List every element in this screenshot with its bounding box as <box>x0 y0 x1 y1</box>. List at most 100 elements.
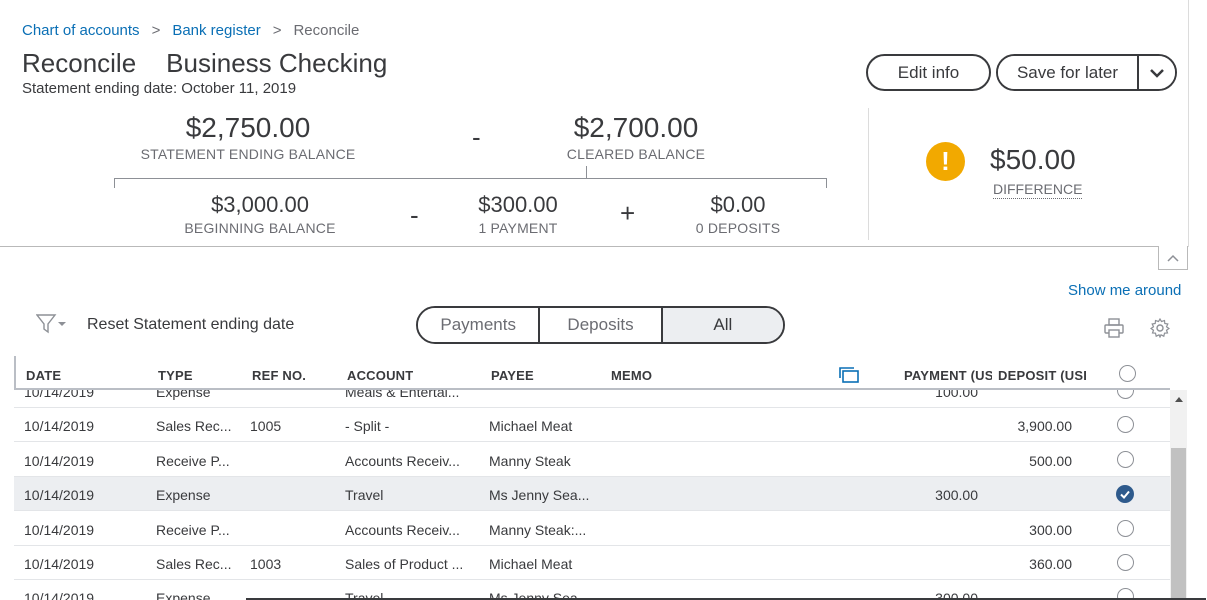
chevron-down-icon <box>1150 68 1164 78</box>
column-memo[interactable]: MEMO <box>611 368 652 383</box>
tab-payments[interactable]: Payments <box>418 308 541 342</box>
column-account[interactable]: ACCOUNT <box>347 368 413 383</box>
summary-bracket <box>114 178 827 188</box>
column-deposit[interactable]: DEPOSIT (USD) <box>998 368 1086 383</box>
cell-payee: Manny Steak:... <box>489 521 587 538</box>
warning-icon: ! <box>926 142 965 181</box>
cell-date: 10/14/2019 <box>24 452 95 469</box>
deposits-summary: $0.00 0 DEPOSITS <box>678 192 798 236</box>
payments-summary: $300.00 1 PAYMENT <box>458 192 578 236</box>
column-date[interactable]: DATE <box>26 368 61 383</box>
row-cleared-checkbox[interactable] <box>1117 450 1134 468</box>
cell-type: Expense <box>156 390 211 400</box>
summary-separator <box>0 246 1160 247</box>
table-row[interactable]: 10/14/2019 Sales Rec... 1003 Sales of Produ… <box>14 546 1170 580</box>
breadcrumb-bank-register[interactable]: Bank register <box>172 22 260 39</box>
cell-account: Accounts Receiv... <box>345 452 460 469</box>
cell-payment: 100.00 <box>935 390 978 400</box>
gear-icon[interactable] <box>1149 317 1171 343</box>
tab-deposits[interactable]: Deposits <box>540 308 663 342</box>
cell-deposit: 500.00 <box>1029 452 1072 469</box>
deposits-count-label: 0 DEPOSITS <box>695 220 781 236</box>
cell-date: 10/14/2019 <box>24 556 95 572</box>
table-row[interactable]: 10/14/2019 Sales Rec... 1005 - Split - Micha… <box>14 408 1170 443</box>
cell-deposit: 300.00 <box>1029 521 1072 538</box>
transaction-list: 10/14/2019 Expense Meals & Entertai... 100.… <box>14 390 1170 600</box>
statement-ending-balance: $2,750.00 STATEMENT ENDING BALANCE <box>128 112 368 162</box>
filter-icon[interactable] <box>35 314 68 339</box>
scroll-thumb[interactable] <box>1171 448 1186 600</box>
account-name: Business Checking <box>166 48 388 78</box>
scroll-up-icon <box>1174 397 1183 402</box>
print-icon[interactable] <box>1103 318 1125 343</box>
cell-date: 10/14/2019 <box>24 590 95 600</box>
difference-amount: $50.00 <box>990 144 1076 175</box>
cell-payment: 300.00 <box>935 487 978 504</box>
cell-payee: Manny Steak <box>489 452 571 469</box>
cell-deposit: 3,900.00 <box>1017 418 1073 435</box>
row-cleared-checkbox[interactable] <box>1117 554 1134 571</box>
cell-account: Travel <box>345 487 384 504</box>
collapse-summary-button[interactable] <box>1158 246 1188 270</box>
checkmark-icon <box>1120 490 1130 499</box>
cell-account: - Split - <box>345 418 390 435</box>
table-row[interactable]: 10/14/2019 Expense Travel Ms Jenny Sea... 30… <box>14 477 1170 512</box>
column-payment[interactable]: PAYMENT (USD) <box>904 368 992 383</box>
save-options-dropdown[interactable] <box>1137 56 1175 89</box>
row-cleared-checkbox[interactable] <box>1117 416 1134 434</box>
table-row[interactable]: 10/14/2019 Receive P... Accounts Receiv...… <box>14 443 1170 477</box>
breadcrumb-separator: > <box>272 22 282 39</box>
cell-date: 10/14/2019 <box>24 487 95 504</box>
cell-payee: Michael Meat <box>489 418 573 435</box>
select-all-checkbox[interactable] <box>1119 365 1136 382</box>
cell-type: Expense <box>156 487 211 504</box>
beginning-balance-label: BEGINNING BALANCE <box>184 220 336 236</box>
scroll-up-button[interactable] <box>1170 390 1187 408</box>
cell-account: Sales of Product ... <box>345 556 464 572</box>
reset-statement-date-link[interactable]: Reset Statement ending date <box>87 316 294 334</box>
bracket-tick <box>586 166 587 178</box>
row-cleared-checkbox[interactable] <box>1117 390 1134 399</box>
cell-type: Sales Rec... <box>156 556 232 572</box>
breadcrumb-separator: > <box>151 22 161 39</box>
cell-date: 10/14/2019 <box>24 521 95 538</box>
statement-ending-balance-amount: $2,750.00 <box>185 112 311 143</box>
table-row[interactable]: 10/14/2019 Expense Meals & Entertai... 100.… <box>14 390 1170 408</box>
cell-type: Receive P... <box>156 521 230 538</box>
table-row[interactable]: 10/14/2019 Receive P... Accounts Receiv...… <box>14 512 1170 546</box>
cell-ref-no: 1005 <box>250 418 282 435</box>
cleared-balance-amount: $2,700.00 <box>573 112 699 143</box>
show-me-around-link[interactable]: Show me around <box>1068 282 1181 299</box>
column-type[interactable]: TYPE <box>158 368 193 383</box>
column-ref-no[interactable]: REF NO. <box>252 368 306 383</box>
plus-operator: + <box>620 198 636 228</box>
breadcrumb-current: Reconcile <box>293 22 360 39</box>
minus-operator: - <box>472 122 481 152</box>
deposits-amount: $0.00 <box>710 192 766 217</box>
statement-ending-balance-label: STATEMENT ENDING BALANCE <box>140 146 356 162</box>
cell-payee: Michael Meat <box>489 556 573 572</box>
cell-type: Receive P... <box>156 452 230 469</box>
column-payee[interactable]: PAYEE <box>491 368 534 383</box>
cell-type: Expense <box>156 590 211 600</box>
table-header: DATE TYPE REF NO. ACCOUNT PAYEE MEMO PAY… <box>14 356 1170 390</box>
page-title-text: Reconcile <box>22 48 137 78</box>
beginning-balance-amount: $3,000.00 <box>211 192 309 217</box>
summary-divider <box>868 108 869 240</box>
minus-operator: - <box>410 200 419 230</box>
row-cleared-checkbox[interactable] <box>1116 485 1134 504</box>
breadcrumb-chart-of-accounts[interactable]: Chart of accounts <box>22 22 140 39</box>
payments-amount: $300.00 <box>478 192 558 217</box>
save-for-later-button[interactable]: Save for later <box>998 56 1137 89</box>
chevron-up-icon <box>1167 254 1179 262</box>
statement-ending-date: Statement ending date: October 11, 2019 <box>22 80 297 97</box>
tab-all[interactable]: All <box>662 308 783 342</box>
row-cleared-checkbox[interactable] <box>1117 519 1134 537</box>
transaction-filter-tabs: Payments Deposits All <box>416 306 785 344</box>
columns-icon[interactable] <box>838 366 860 389</box>
edit-info-button[interactable]: Edit info <box>866 54 991 91</box>
cell-deposit: 360.00 <box>1029 556 1072 572</box>
scrollbar[interactable] <box>1170 390 1187 600</box>
difference-label[interactable]: DIFFERENCE <box>993 181 1083 199</box>
cell-type: Sales Rec... <box>156 418 232 435</box>
